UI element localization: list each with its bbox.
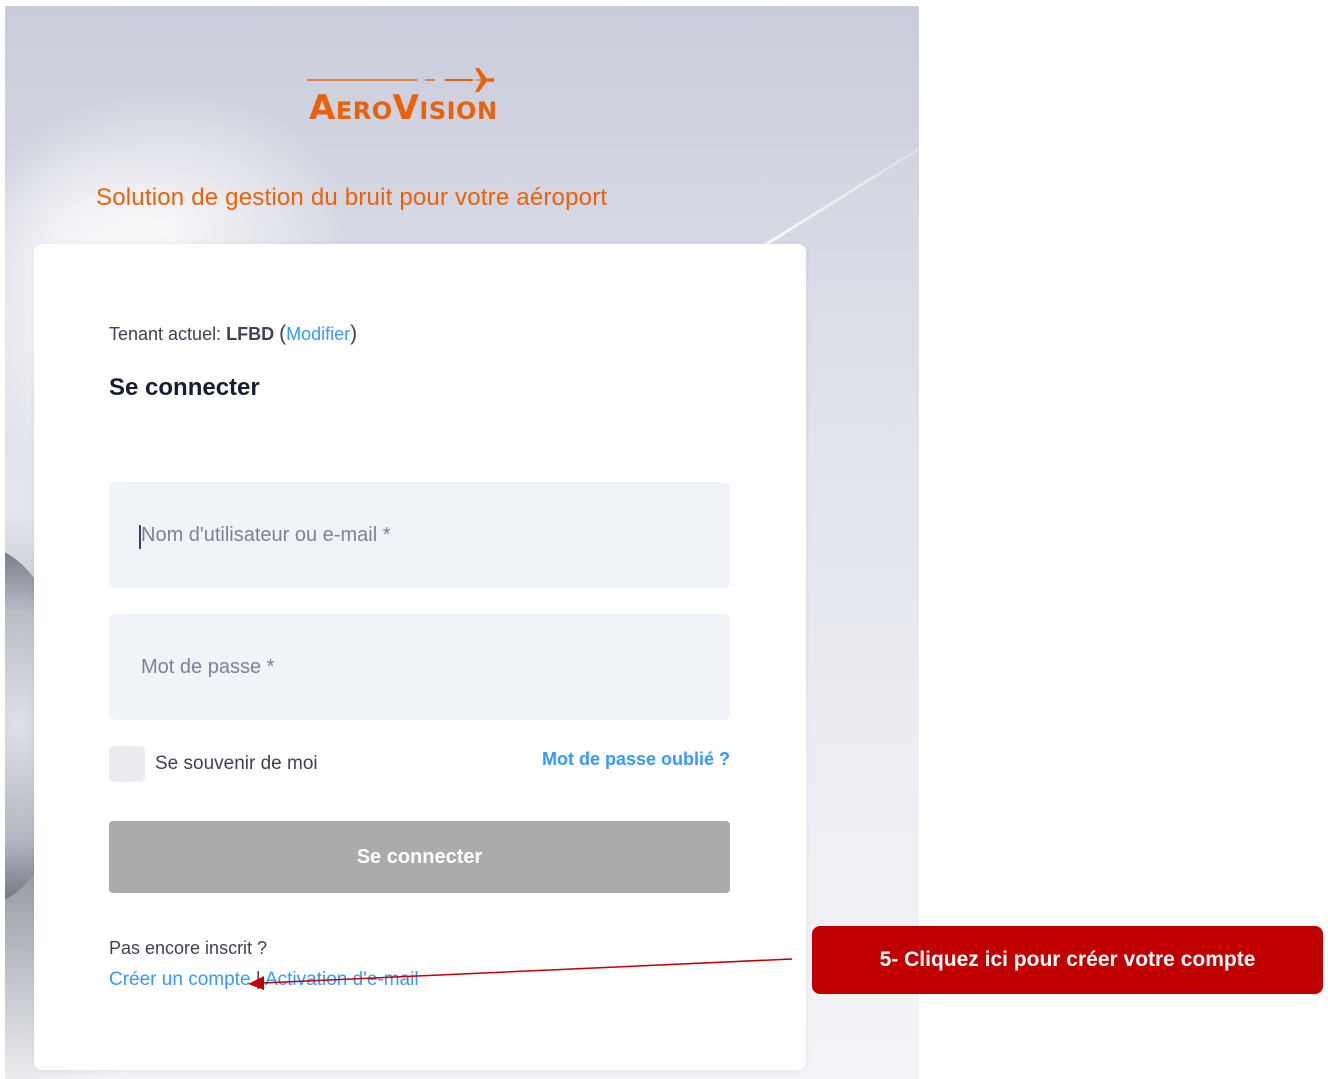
username-input[interactable] [109,482,730,588]
tenant-value: LFBD [226,324,275,344]
text-cursor [139,525,141,549]
account-links: Créer un compte | Activation d'e-mail [109,969,419,991]
create-account-link[interactable]: Créer un compte [109,969,251,990]
logo-text: AeroVision [309,88,498,128]
tagline: Solution de gestion du bruit pour votre … [96,184,608,211]
forgot-password-link[interactable]: Mot de passe oublié ? [542,749,730,770]
remember-me-checkbox[interactable] [109,746,145,782]
aerovision-logo: AeroVision [305,64,535,134]
tenant-close-paren: ) [350,322,358,345]
login-button[interactable]: Se connecter [109,821,730,893]
aircraft-wing-image [744,97,919,259]
email-activation-link[interactable]: Activation d'e-mail [265,969,419,990]
annotation-callout: 5- Cliquez ici pour créer votre compte [812,926,1323,994]
password-input[interactable] [109,614,730,720]
tenant-info: Tenant actuel: LFBD (Modifier) [109,322,357,346]
tenant-change-link[interactable]: Modifier [286,324,350,344]
not-registered-text: Pas encore inscrit ? [109,938,268,958]
remember-me: Se souvenir de moi [109,746,318,782]
tenant-label: Tenant actuel: [109,324,222,344]
login-heading: Se connecter [109,374,260,401]
remember-me-label: Se souvenir de moi [155,753,318,774]
login-card: Tenant actuel: LFBD (Modifier) Se connec… [34,244,806,1070]
link-separator: | [255,969,261,990]
